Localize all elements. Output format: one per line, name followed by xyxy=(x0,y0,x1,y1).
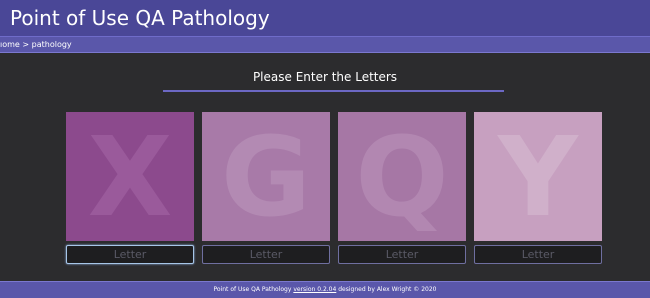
breadcrumb-separator: > xyxy=(22,40,30,49)
captcha-card-1: X xyxy=(66,112,194,241)
captcha-card-2: G xyxy=(202,112,330,241)
app-title: Point of Use QA Pathology xyxy=(10,6,270,30)
breadcrumb-bar: ıome > pathology xyxy=(0,37,650,53)
captcha-letter-1: X xyxy=(87,112,173,241)
breadcrumb-current: pathology xyxy=(31,40,72,49)
letter-input-3[interactable] xyxy=(338,245,466,264)
footer-text-before: Point of Use QA Pathology xyxy=(213,286,292,293)
captcha-card-3: Q xyxy=(338,112,466,241)
footer-version-link[interactable]: version 0.2.04 xyxy=(293,286,336,293)
captcha-letter-2: G xyxy=(220,112,312,241)
page-footer: Point of Use QA Pathology version 0.2.04… xyxy=(0,281,650,298)
captcha-card-4: Y xyxy=(474,112,602,241)
app-header: Point of Use QA Pathology xyxy=(0,0,650,37)
breadcrumb-home-link[interactable]: ıome xyxy=(0,40,20,49)
letter-input-1[interactable] xyxy=(66,245,194,264)
prompt-heading: Please Enter the Letters xyxy=(252,70,398,84)
letter-input-4[interactable] xyxy=(474,245,602,264)
captcha-letter-3: Q xyxy=(355,112,449,241)
breadcrumb: ıome > pathology xyxy=(0,38,72,51)
footer-text-after: designed by Alex Wright © 2020 xyxy=(338,286,437,293)
letter-input-2[interactable] xyxy=(202,245,330,264)
captcha-letter-4: Y xyxy=(498,112,578,241)
prompt-divider xyxy=(163,90,504,92)
